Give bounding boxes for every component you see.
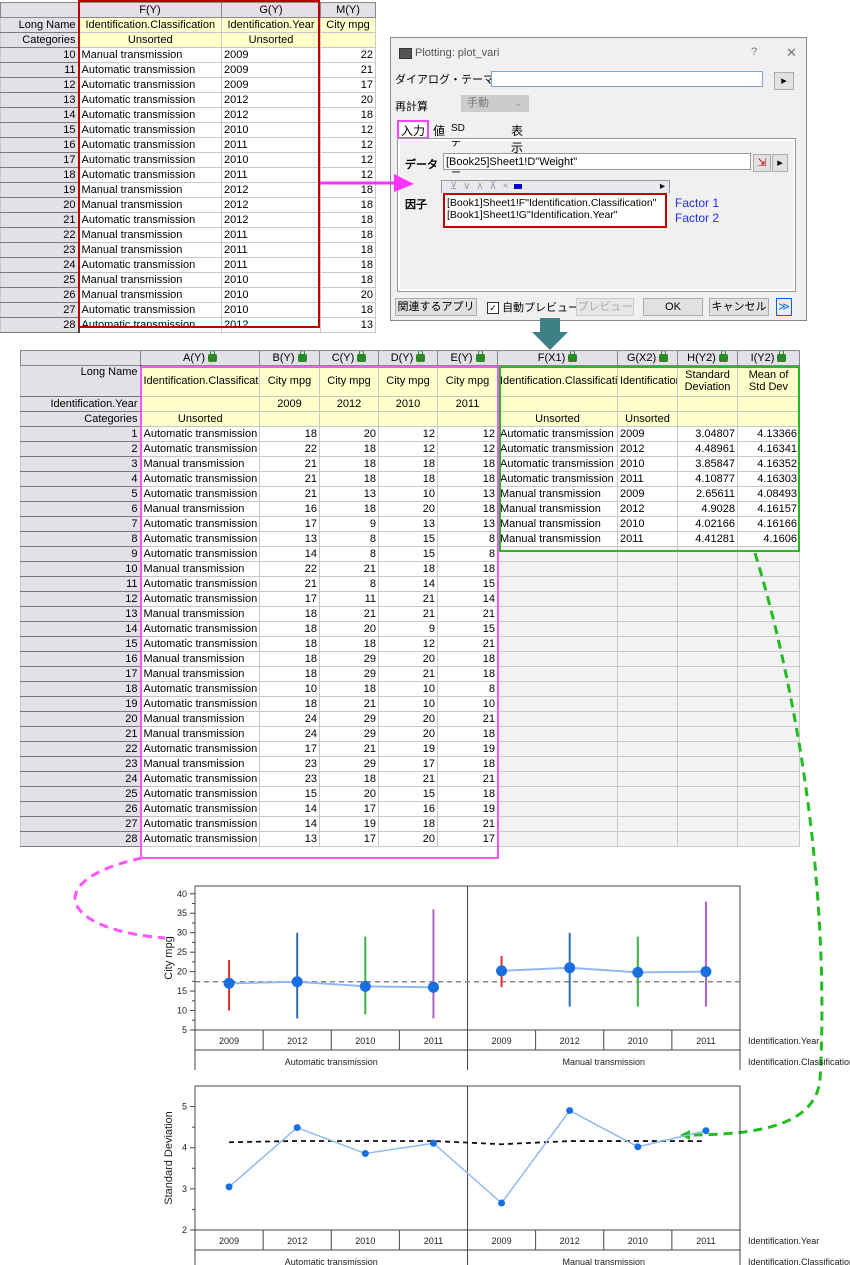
- mean-marker: [291, 976, 303, 988]
- y-tick-label: 4: [182, 1143, 187, 1153]
- y-axis-title: Standard Deviation: [163, 1111, 175, 1205]
- y-tick-label: 15: [177, 986, 187, 996]
- mean-marker: [223, 977, 235, 989]
- sd-marker: [498, 1199, 506, 1207]
- y-tick-label: 10: [177, 1006, 187, 1016]
- x-tick-label: 2012: [287, 1236, 307, 1246]
- sd-marker: [429, 1139, 437, 1147]
- y-tick-label: 5: [182, 1025, 187, 1035]
- variability-chart: 2009 2012 2010 2011Automatic transmission20…: [163, 885, 850, 1070]
- sd-marker: [293, 1124, 301, 1132]
- x-tick-label: 2011: [696, 1036, 715, 1046]
- x-tick-label: 2012: [287, 1036, 307, 1046]
- y-tick-label: 5: [182, 1102, 187, 1112]
- mean-marker: [496, 965, 508, 977]
- y-tick-label: 25: [177, 947, 187, 957]
- x-tick-label: 2010: [628, 1236, 648, 1246]
- sd-marker: [634, 1143, 642, 1151]
- y-tick-label: 35: [177, 908, 187, 918]
- x-level2-title: Identification.Classification: [748, 1257, 850, 1265]
- group-label: Manual transmission: [562, 1257, 645, 1265]
- x-level2-title: Identification.Classification: [748, 1057, 850, 1067]
- x-tick-label: 2011: [424, 1236, 443, 1246]
- x-tick-label: 2011: [424, 1036, 443, 1046]
- group-label: Automatic transmission: [285, 1257, 378, 1265]
- y-tick-label: 30: [177, 928, 187, 938]
- y-tick-label: 40: [177, 889, 187, 899]
- mean-marker: [359, 980, 371, 992]
- x-tick-label: 2010: [628, 1036, 648, 1046]
- group-label: Automatic transmission: [285, 1057, 378, 1067]
- y-tick-label: 20: [177, 967, 187, 977]
- mean-line: [229, 980, 434, 989]
- sd-marker: [566, 1107, 574, 1115]
- x-level1-title: Identification.Year: [748, 1036, 819, 1046]
- group-label: Manual transmission: [562, 1057, 645, 1067]
- y-tick-label: 3: [182, 1184, 187, 1194]
- sd-marker: [361, 1150, 369, 1158]
- mean-line: [501, 966, 706, 974]
- x-tick-label: 2009: [492, 1236, 512, 1246]
- y-tick-label: 2: [182, 1225, 187, 1235]
- x-tick-label: 2010: [355, 1236, 375, 1246]
- mean-marker: [564, 962, 576, 974]
- x-level1-title: Identification.Year: [748, 1236, 819, 1246]
- x-tick-label: 2010: [355, 1036, 375, 1046]
- mean-marker: [700, 966, 712, 978]
- x-tick-label: 2009: [219, 1036, 239, 1046]
- x-tick-label: 2009: [219, 1236, 239, 1246]
- connector-curves: [73, 552, 824, 1140]
- sd-marker: [702, 1127, 710, 1135]
- sd-marker: [225, 1183, 233, 1191]
- x-tick-label: 2012: [560, 1236, 580, 1246]
- y-axis-title: City mpg: [163, 936, 175, 979]
- mean-marker: [632, 966, 644, 978]
- mean-marker: [427, 981, 439, 993]
- x-tick-label: 2012: [560, 1036, 580, 1046]
- sd-chart: 2009 2012 2010 2011 Automatic transmission 20…: [163, 1085, 850, 1265]
- x-tick-label: 2009: [492, 1036, 512, 1046]
- x-tick-label: 2011: [696, 1236, 715, 1246]
